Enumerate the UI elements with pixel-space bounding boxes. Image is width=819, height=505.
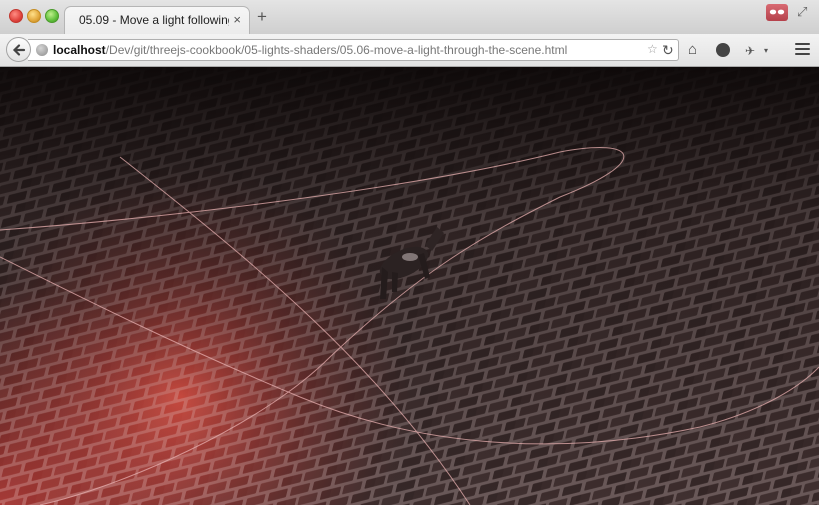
tab-close-icon[interactable]: × xyxy=(233,12,241,27)
pocket-icon[interactable] xyxy=(716,43,730,57)
close-window-button[interactable] xyxy=(9,9,23,23)
back-arrow-icon xyxy=(12,44,26,56)
home-button[interactable]: ⌂ xyxy=(688,41,697,58)
url-host: localhost xyxy=(53,43,106,57)
url-text[interactable]: localhost/Dev/git/threejs-cookbook/05-li… xyxy=(53,43,567,57)
fullscreen-icon[interactable]: ⤢ xyxy=(797,4,807,20)
new-tab-button[interactable]: + xyxy=(257,8,267,25)
zoom-window-button[interactable] xyxy=(45,9,59,23)
menu-button[interactable] xyxy=(795,43,810,56)
webgl-canvas[interactable] xyxy=(0,67,819,505)
url-bar[interactable]: localhost/Dev/git/threejs-cookbook/05-li… xyxy=(28,39,679,61)
browser-window: 05.09 - Move a light following... × + ⤢ … xyxy=(0,0,819,505)
tab-title: 05.09 - Move a light following... xyxy=(79,13,229,27)
reload-icon[interactable]: ↻ xyxy=(662,42,674,59)
extension-dropdown-icon[interactable]: ▾ xyxy=(764,46,768,55)
minimize-window-button[interactable] xyxy=(27,9,41,23)
navigation-bar: localhost/Dev/git/threejs-cookbook/05-li… xyxy=(0,34,819,67)
globe-icon xyxy=(36,44,48,56)
private-mask-icon xyxy=(766,4,788,21)
bookmark-star-icon[interactable]: ☆ xyxy=(647,42,658,56)
active-tab[interactable]: 05.09 - Move a light following... × xyxy=(64,6,250,34)
extension-icon[interactable]: ✈ xyxy=(745,44,755,58)
tab-strip: 05.09 - Move a light following... × + ⤢ xyxy=(0,0,819,34)
back-button[interactable] xyxy=(6,37,31,62)
url-path: /Dev/git/threejs-cookbook/05-lights-shad… xyxy=(105,43,568,57)
